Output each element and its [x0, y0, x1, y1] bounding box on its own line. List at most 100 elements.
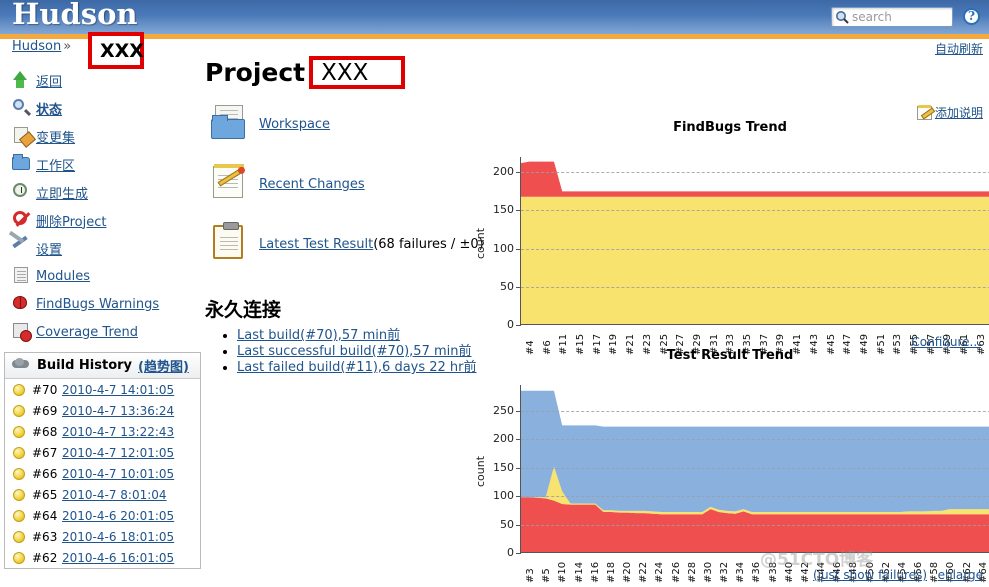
- build-number: #67: [32, 445, 58, 460]
- workspace-row[interactable]: Workspace: [205, 103, 505, 149]
- build-history-row[interactable]: #67 2010-4-7 12:01:05: [5, 442, 200, 463]
- permalink-link[interactable]: Last successful build(#70),57 min前: [237, 344, 472, 359]
- y-axis-label: count: [474, 455, 487, 487]
- y-axis-label: count: [474, 227, 487, 259]
- area-series-low-priority: [521, 196, 989, 324]
- latest-test-result-link[interactable]: Latest Test Result: [259, 237, 373, 252]
- build-history-row[interactable]: #70 2010-4-7 14:01:05: [5, 379, 200, 400]
- x-axis-tick: #18: [605, 561, 617, 583]
- recent-changes-link[interactable]: Recent Changes: [259, 177, 365, 192]
- y-axis-tick: 150: [493, 203, 514, 217]
- sidebar-item-changes[interactable]: 变更集: [0, 122, 200, 150]
- settings-tools-icon: [10, 235, 36, 259]
- build-number: #68: [32, 424, 58, 439]
- build-timestamp-link[interactable]: 2010-4-6 20:01:05: [62, 509, 174, 523]
- sidebar-item-status[interactable]: 状态: [0, 94, 200, 122]
- sidebar-item-label[interactable]: FindBugs Warnings: [36, 297, 159, 312]
- build-history-row[interactable]: #62 2010-4-6 16:01:05: [5, 547, 200, 568]
- build-timestamp-link[interactable]: 2010-4-7 12:01:05: [62, 446, 174, 460]
- build-history-row[interactable]: #63 2010-4-6 18:01:05: [5, 526, 200, 547]
- sidebar-item-label[interactable]: 工作区: [36, 155, 75, 174]
- build-timestamp-link[interactable]: 2010-4-7 13:22:43: [62, 425, 174, 439]
- add-description-link[interactable]: 添加说明: [916, 104, 983, 121]
- y-axis-tick-mark: [516, 553, 521, 554]
- build-status-ball-icon: [13, 404, 25, 417]
- y-axis-tick: 200: [493, 165, 514, 179]
- build-timestamp-link[interactable]: 2010-4-7 8:01:04: [62, 488, 167, 502]
- enlarge-link[interactable]: enlarge: [938, 568, 983, 582]
- chart-title: FindBugs Trend: [673, 120, 787, 135]
- sidebar-item-label[interactable]: 设置: [36, 239, 62, 258]
- sidebar-item-label[interactable]: 删除Project: [36, 211, 106, 230]
- sidebar-item-build-now[interactable]: 立即生成: [0, 178, 200, 206]
- hudson-logo[interactable]: Hudson: [12, 0, 138, 31]
- search-box[interactable]: [831, 7, 953, 27]
- build-timestamp-link[interactable]: 2010-4-6 18:01:05: [62, 530, 174, 544]
- build-status-ball-icon: [13, 446, 25, 459]
- permalink-link[interactable]: Last build(#70),57 min前: [237, 328, 400, 343]
- breadcrumb-current-annotation: XXX: [88, 32, 144, 69]
- build-history-row[interactable]: #66 2010-4-7 10:01:05: [5, 463, 200, 484]
- sidebar-item-label[interactable]: 变更集: [36, 127, 75, 146]
- sidebar-item-label[interactable]: 立即生成: [36, 183, 88, 202]
- add-description-icon: [916, 104, 932, 120]
- plot-canvas: [520, 385, 989, 553]
- sidebar-item-label[interactable]: 返回: [36, 71, 62, 90]
- sidebar-item-findbugs-warnings[interactable]: FindBugs Warnings: [0, 290, 200, 318]
- workspace-link[interactable]: Workspace: [259, 117, 330, 132]
- sidebar-item-label[interactable]: Coverage Trend: [36, 325, 138, 340]
- area-series-high-priority: [521, 161, 989, 197]
- y-axis-tick: 100: [493, 241, 514, 255]
- sidebar-item-label[interactable]: 状态: [36, 99, 62, 118]
- build-history-row[interactable]: #65 2010-4-7 8:01:04: [5, 484, 200, 505]
- build-timestamp-link[interactable]: 2010-4-7 10:01:05: [62, 467, 174, 481]
- modules-icon: [10, 265, 36, 287]
- y-axis-tick: 50: [500, 279, 514, 293]
- build-trend-link[interactable]: (趋势图): [138, 356, 189, 375]
- build-status-ball-icon: [13, 425, 25, 438]
- recent-changes-text: Recent Changes: [259, 163, 365, 192]
- latest-test-result-text: Latest Test Result(68 failures / ±0): [259, 223, 484, 252]
- build-timestamp-link[interactable]: 2010-4-7 14:01:05: [62, 383, 174, 397]
- latest-test-result-row[interactable]: Latest Test Result(68 failures / ±0): [205, 222, 505, 269]
- y-axis-tick: 0: [507, 546, 514, 559]
- sidebar-item-coverage-trend[interactable]: Coverage Trend: [0, 318, 200, 346]
- breadcrumb-current-label: XXX: [100, 39, 144, 62]
- y-axis-tick: 0: [507, 318, 514, 331]
- clipboard-icon: [205, 222, 259, 269]
- auto-refresh-link[interactable]: 自动刷新: [935, 40, 983, 57]
- build-timestamp-link[interactable]: 2010-4-7 13:36:24: [62, 404, 174, 418]
- grid-line: [521, 439, 989, 441]
- sidebar-item-modules[interactable]: Modules: [0, 262, 200, 290]
- y-axis-tick: 50: [500, 517, 514, 531]
- page-title-prefix: Project: [205, 58, 306, 87]
- sidebar-item-settings[interactable]: 设置: [0, 234, 200, 262]
- breadcrumb-root[interactable]: Hudson: [12, 39, 61, 54]
- build-number: #65: [32, 487, 58, 502]
- build-history-row[interactable]: #64 2010-4-6 20:01:05: [5, 505, 200, 526]
- sidebar-item-workspace[interactable]: 工作区: [0, 150, 200, 178]
- recent-changes-row[interactable]: Recent Changes: [205, 163, 505, 209]
- build-status-ball-icon: [13, 383, 25, 396]
- search-input[interactable]: [849, 9, 945, 25]
- build-history-row[interactable]: #68 2010-4-7 13:22:43: [5, 421, 200, 442]
- banner-accent-stripe: [0, 34, 989, 39]
- x-axis-tick: #42: [799, 561, 811, 583]
- magnifier-icon: [10, 97, 36, 119]
- permalink-item[interactable]: Last successful build(#70),57 min前: [237, 344, 505, 359]
- build-timestamp-link[interactable]: 2010-4-6 16:01:05: [62, 551, 174, 565]
- sidebar-item-back[interactable]: 返回: [0, 66, 200, 94]
- just-show-failures-link[interactable]: (just show failures): [813, 568, 927, 582]
- permalinks-list: Last build(#70),57 min前Last successful b…: [223, 328, 505, 375]
- coverage-chart-icon: [10, 321, 36, 343]
- findbugs-configure-link[interactable]: Configure...: [911, 335, 981, 349]
- permalink-item[interactable]: Last failed build(#11),6 days 22 hr前: [237, 360, 505, 375]
- x-axis-tick: #32: [719, 561, 731, 583]
- build-number: #64: [32, 508, 58, 523]
- permalink-link[interactable]: Last failed build(#11),6 days 22 hr前: [237, 360, 477, 375]
- permalink-item[interactable]: Last build(#70),57 min前: [237, 328, 505, 343]
- sidebar-item-label[interactable]: Modules: [36, 269, 90, 284]
- build-history-row[interactable]: #69 2010-4-7 13:36:24: [5, 400, 200, 421]
- sidebar-item-delete-project[interactable]: 删除Project: [0, 206, 200, 234]
- help-icon[interactable]: ?: [963, 8, 980, 25]
